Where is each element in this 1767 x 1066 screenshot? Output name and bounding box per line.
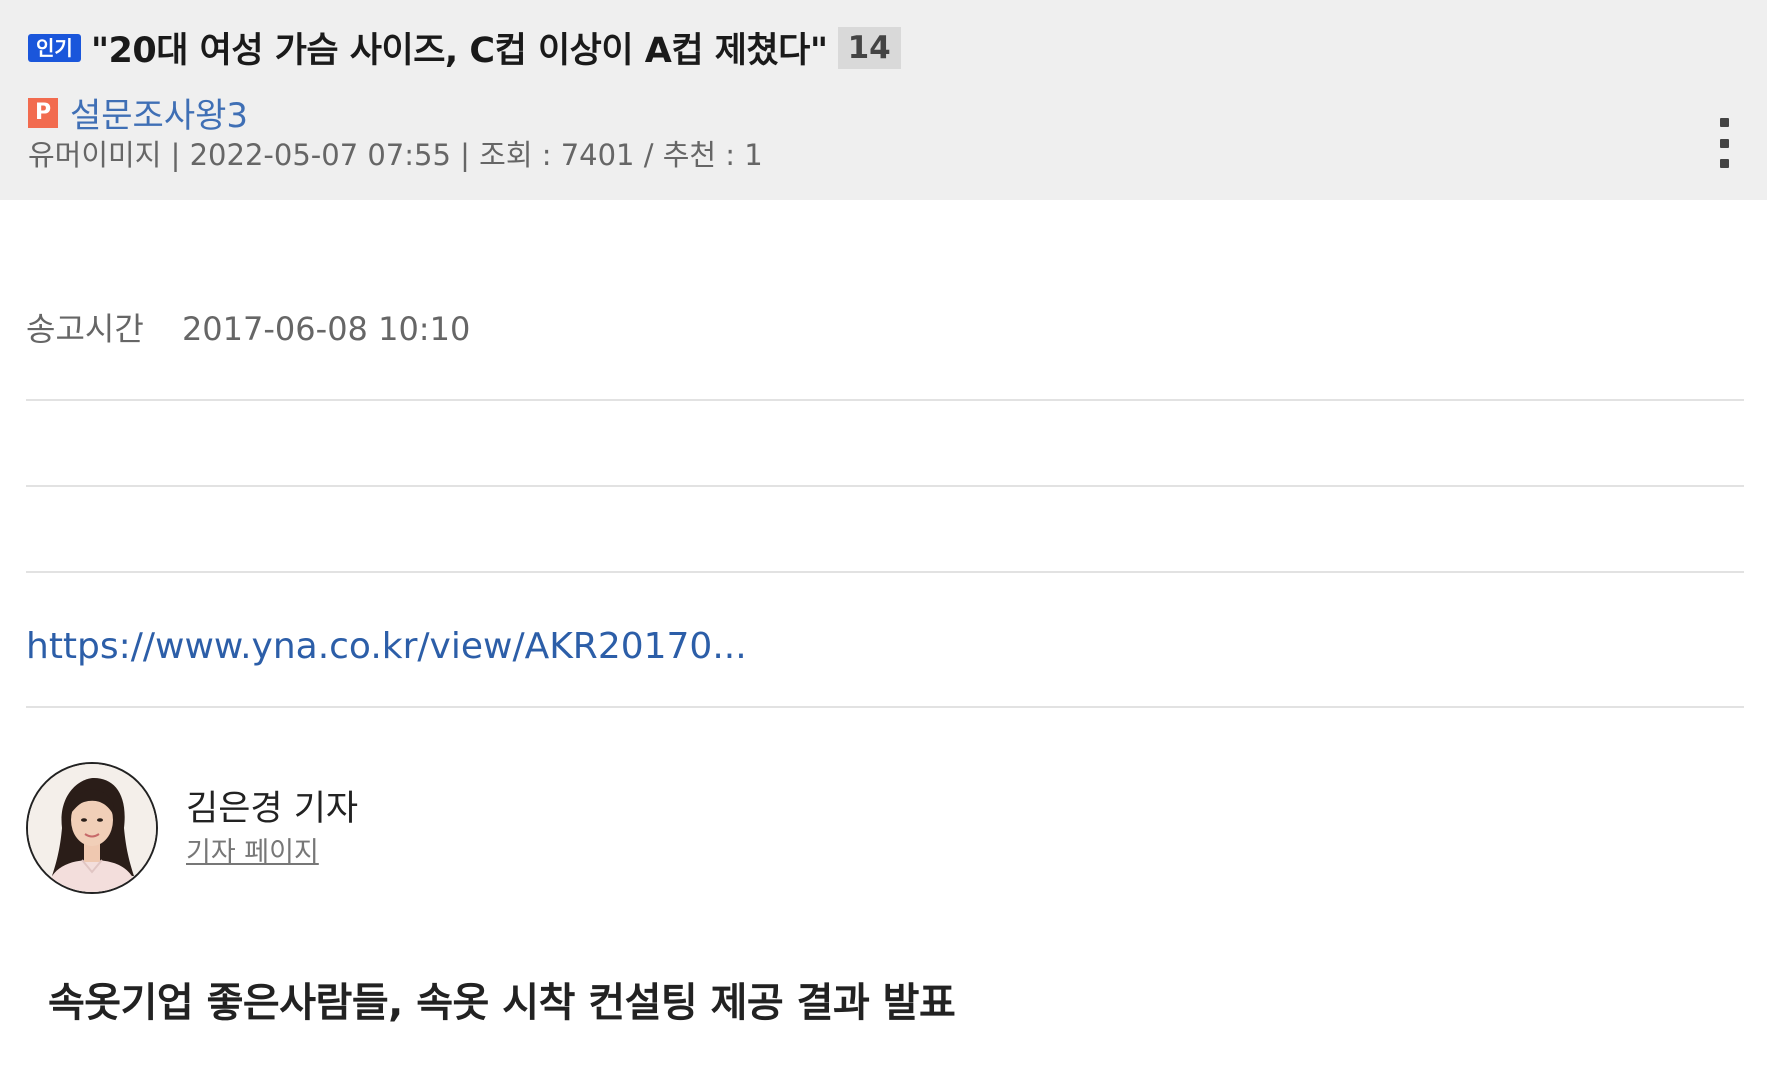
- author-link[interactable]: 설문조사왕3: [70, 88, 248, 137]
- divider: [26, 706, 1744, 708]
- post-title-row: 인기 "20대 여성 가슴 사이즈, C컵 이상이 A컵 제쳤다" 14: [28, 22, 901, 73]
- article-headline: 속옷기업 좋은사람들, 속옷 시착 컨설팅 제공 결과 발표: [48, 980, 956, 1026]
- more-vertical-icon: [1719, 118, 1729, 127]
- reporter-page-link[interactable]: 기자 페이지: [186, 830, 319, 869]
- send-time: 송고시간 2017-06-08 10:10: [26, 304, 470, 350]
- send-time-label: 송고시간: [26, 310, 144, 348]
- post-header: 인기 "20대 여성 가슴 사이즈, C컵 이상이 A컵 제쳤다" 14 P 설…: [0, 0, 1767, 200]
- reporter-avatar[interactable]: [26, 762, 158, 894]
- more-options-button[interactable]: [1709, 118, 1739, 168]
- post-meta: 유머이미지 | 2022-05-07 07:55 | 조회 : 7401 / 추…: [28, 138, 763, 172]
- source-article-link[interactable]: https://www.yna.co.kr/view/AKR20170...: [26, 626, 747, 667]
- divider: [26, 485, 1744, 487]
- reporter-name: 김은경 기자: [186, 789, 359, 829]
- more-vertical-icon: [1719, 138, 1729, 148]
- popular-badge: 인기: [28, 33, 81, 62]
- reporter-photo: [28, 764, 156, 892]
- send-time-value: 2017-06-08 10:10: [181, 310, 471, 348]
- comment-count-badge[interactable]: 14: [837, 26, 901, 69]
- point-level-icon: P: [28, 97, 58, 128]
- divider: [26, 399, 1744, 401]
- more-vertical-icon: [1719, 159, 1729, 168]
- divider: [26, 571, 1744, 573]
- author-row: P 설문조사왕3: [28, 88, 248, 137]
- post-title: "20대 여성 가슴 사이즈, C컵 이상이 A컵 제쳤다": [90, 31, 828, 71]
